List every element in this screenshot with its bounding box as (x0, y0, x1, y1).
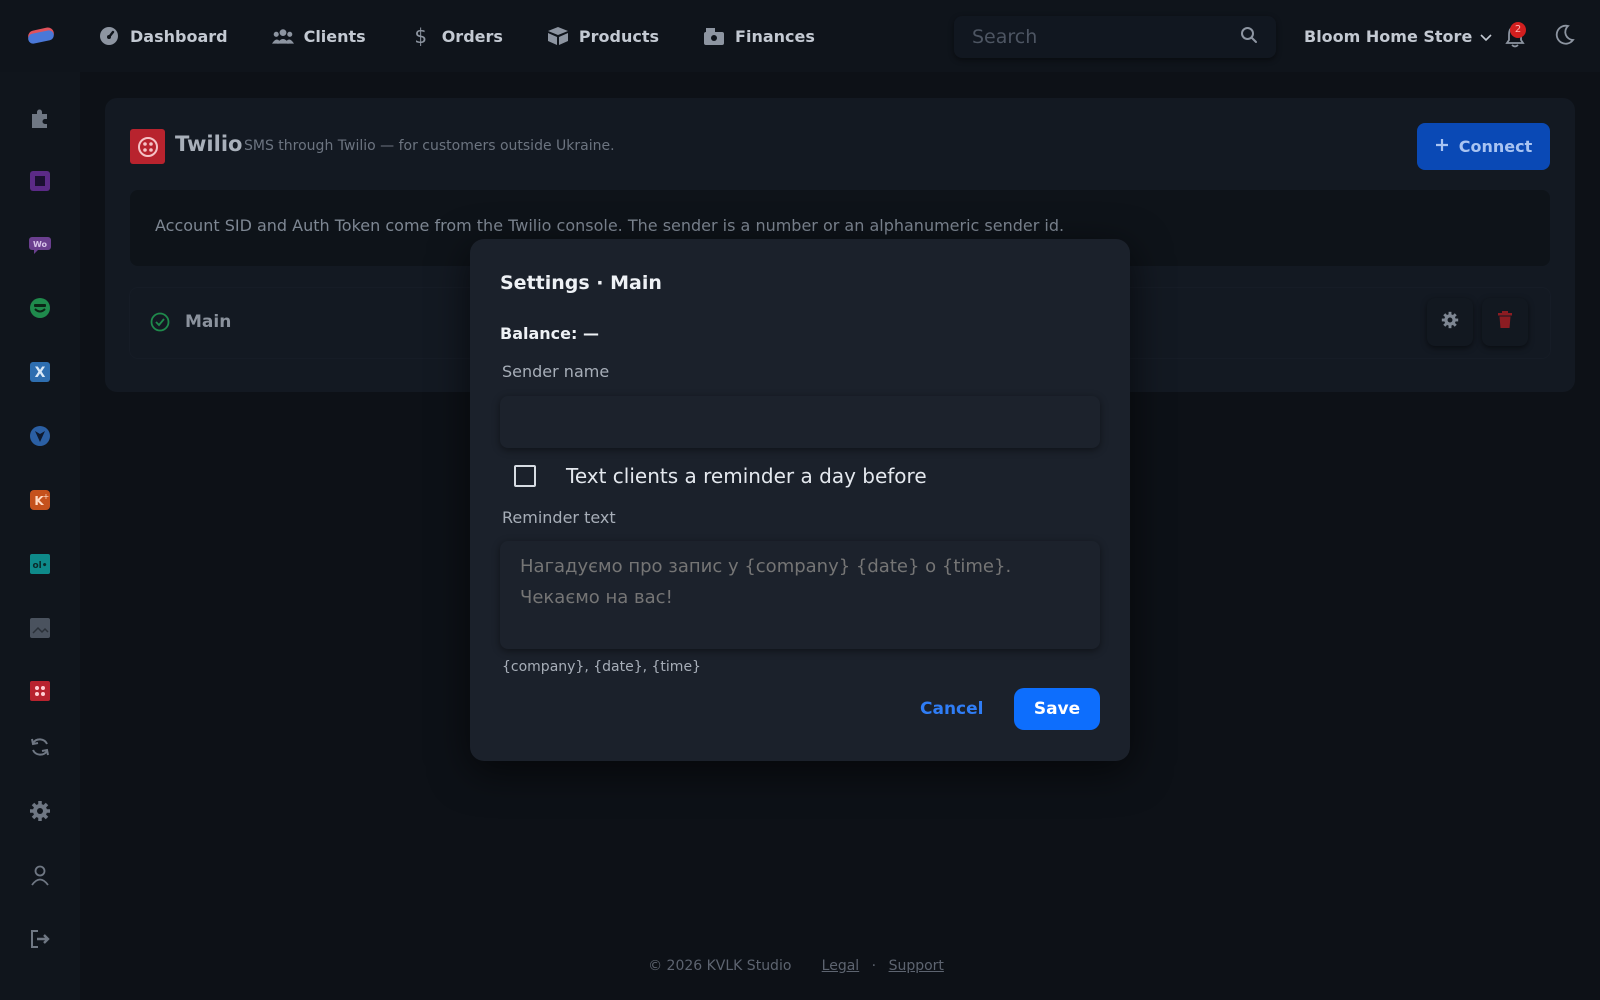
woo-icon[interactable]: Wo (28, 233, 52, 257)
notification-badge: 2 (1510, 22, 1526, 38)
nav-label: Products (578, 26, 660, 46)
svg-text:+: + (43, 492, 50, 501)
legal-link[interactable]: Legal (822, 958, 860, 974)
x-app-icon[interactable]: X (28, 360, 52, 384)
account-settings-button[interactable] (1427, 298, 1473, 346)
store-name: Bloom Home Store (1304, 26, 1473, 46)
k-plus-app-icon[interactable]: K + (28, 488, 52, 512)
reminder-checkbox-label[interactable]: Text clients a reminder a day before (566, 464, 927, 488)
cancel-button[interactable]: Cancel (920, 688, 983, 730)
twilio-logo-icon (130, 129, 165, 164)
olx-app-icon[interactable]: ol• (28, 552, 52, 576)
moon-icon[interactable] (1553, 24, 1575, 46)
copyright: © 2026 KVLK Studio (648, 958, 792, 974)
nav-dashboard[interactable]: Dashboard (98, 25, 228, 47)
gauge-icon (98, 25, 120, 47)
nav-label: Dashboard (130, 26, 228, 46)
svg-text:X: X (35, 365, 46, 381)
nav-label: Finances (735, 26, 815, 46)
footer-separator: · (871, 958, 877, 974)
reminder-text-input[interactable] (500, 541, 1100, 649)
sender-name-label: Sender name (502, 362, 610, 381)
reminder-text-label: Reminder text (502, 508, 616, 527)
reminder-checkbox[interactable] (514, 465, 536, 487)
gear-icon (1441, 311, 1459, 333)
integration-name: Twilio (175, 132, 243, 156)
nav-products[interactable]: Products (547, 25, 659, 47)
nav-label: Orders (441, 26, 503, 46)
user-icon[interactable] (28, 863, 52, 887)
logout-icon[interactable] (28, 927, 52, 951)
connect-label: Connect (1458, 137, 1533, 156)
top-navbar: Dashboard Clients $ Orders Products Fina… (0, 0, 1600, 72)
sync-icon[interactable] (28, 735, 52, 759)
smiley-app-icon[interactable] (28, 296, 52, 320)
svg-text:ol•: ol• (32, 561, 47, 571)
integration-description: SMS through Twilio — for customers outsi… (244, 138, 615, 154)
nav-finances[interactable]: Finances (703, 25, 815, 47)
search-input[interactable] (972, 26, 1240, 48)
placeholders-hint: {company}, {date}, {time} (502, 659, 701, 675)
check-circle-icon (150, 312, 170, 332)
dollar-icon: $ (414, 24, 428, 48)
footer: © 2026 KVLK Studio Legal · Support (0, 958, 1600, 974)
account-label: Main (185, 312, 232, 332)
search-icon[interactable] (1240, 26, 1258, 48)
puzzle-icon[interactable] (28, 106, 52, 130)
save-button[interactable]: Save (1014, 688, 1100, 730)
square-app-icon[interactable] (28, 169, 52, 193)
main-nav: Dashboard Clients $ Orders Products Fina… (98, 0, 859, 72)
image-app-icon[interactable] (28, 616, 52, 640)
sender-name-input[interactable] (500, 396, 1100, 448)
support-link[interactable]: Support (889, 958, 944, 974)
box-icon (547, 25, 569, 47)
gear-icon[interactable] (28, 799, 52, 823)
app-logo[interactable] (26, 26, 56, 46)
connect-button[interactable]: Connect (1417, 123, 1550, 170)
nav-label: Clients (303, 26, 366, 46)
store-selector[interactable]: Bloom Home Store (1304, 0, 1492, 72)
shield-app-icon[interactable] (28, 424, 52, 448)
search-box (954, 16, 1276, 58)
modal-title: Settings · Main (500, 272, 662, 294)
balance-text: Balance: — (500, 324, 599, 343)
trash-icon (1497, 311, 1513, 333)
plus-icon (1435, 137, 1449, 156)
chevron-down-icon (1480, 27, 1492, 46)
sidebar: Wo X K + ol• (0, 72, 80, 1000)
nav-orders[interactable]: $ Orders (410, 24, 503, 48)
twilio-app-icon[interactable] (28, 679, 52, 703)
account-delete-button[interactable] (1482, 298, 1528, 346)
nav-clients[interactable]: Clients (271, 25, 366, 47)
svg-text:Wo: Wo (33, 240, 48, 249)
settings-modal: Settings · Main Balance: — Sender name T… (470, 239, 1130, 761)
cash-register-icon (703, 25, 725, 47)
users-icon (271, 25, 294, 47)
